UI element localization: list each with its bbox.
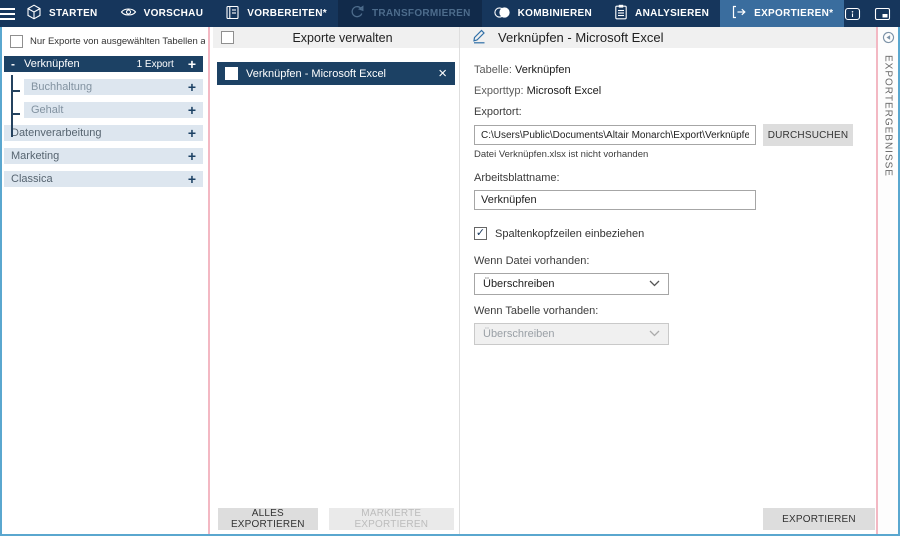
export-all-button[interactable]: ALLES EXPORTIEREN (218, 508, 318, 530)
when-table-exists-label: Wenn Tabelle vorhanden: (474, 305, 862, 317)
add-export-icon[interactable]: + (188, 172, 196, 186)
table-label: Datenverarbeitung (11, 127, 102, 139)
tab-analysieren[interactable]: ANALYSIEREN (603, 0, 720, 27)
select-all-exports-checkbox[interactable] (221, 31, 234, 44)
tab-vorbereiten[interactable]: VORBEREITEN* (214, 0, 338, 27)
tab-vorschau[interactable]: VORSCHAU (109, 0, 215, 27)
add-export-icon[interactable]: + (188, 149, 196, 163)
add-export-icon[interactable]: + (188, 126, 196, 140)
include-column-headers-checkbox[interactable]: ✓ (474, 227, 487, 240)
chevron-down-icon (649, 278, 660, 290)
when-file-exists-label: Wenn Datei vorhanden: (474, 255, 862, 267)
hamburger-menu-icon[interactable] (0, 0, 15, 27)
expand-panel-icon[interactable] (882, 31, 895, 49)
tables-sidebar: Nur Exporte von ausgewählten Tabellen an… (2, 27, 205, 534)
export-location-label: Exportort: (474, 106, 862, 118)
tab-starten[interactable]: STARTEN (15, 0, 109, 27)
info-icon[interactable] (844, 6, 861, 22)
export-location-input[interactable] (474, 125, 756, 145)
clipboard-icon (614, 4, 628, 23)
export-count-badge: 1 Export (137, 59, 174, 70)
sync-icon (349, 4, 365, 23)
exporttype-field-label: Exporttyp: (474, 85, 524, 97)
export-item-checkbox[interactable] (225, 67, 238, 80)
export-icon (731, 4, 747, 23)
table-field-label: Tabelle: (474, 64, 512, 76)
export-marked-button: MARKIERTE EXPORTIEREN (329, 508, 454, 530)
table-label: Marketing (11, 150, 59, 162)
tree-connector (11, 90, 20, 92)
sidebar-item-marketing[interactable]: Marketing + (4, 148, 203, 164)
top-menu-bar: STARTEN VORSCHAU VORBEREITEN* TRANSFORMI… (0, 0, 900, 27)
export-results-strip: EXPORTERGEBNISSE (878, 27, 898, 534)
worksheet-name-label: Arbeitsblattname: (474, 172, 862, 184)
exporttype-field-value: Microsoft Excel (527, 85, 602, 97)
include-column-headers-label: Spaltenkopfzeilen einbeziehen (495, 228, 644, 240)
add-export-icon[interactable]: + (188, 57, 196, 71)
sidebar-item-classica[interactable]: Classica + (4, 171, 203, 187)
chevron-down-icon (649, 328, 660, 340)
delete-export-icon[interactable]: × (438, 66, 447, 81)
filter-exports-checkbox[interactable] (10, 35, 23, 48)
tab-kombinieren[interactable]: KOMBINIEREN (482, 0, 603, 27)
sidebar-item-gehalt[interactable]: Gehalt + (24, 102, 203, 118)
table-label: Buchhaltung (31, 81, 92, 93)
tree-connector (11, 75, 13, 137)
export-button[interactable]: EXPORTIEREN (763, 508, 875, 530)
tree-connector (11, 113, 20, 115)
export-item-label: Verknüpfen - Microsoft Excel (246, 68, 386, 80)
notebook-icon (225, 5, 240, 23)
export-results-tab-label[interactable]: EXPORTERGEBNISSE (883, 55, 894, 177)
table-field-value: Verknüpfen (515, 64, 571, 76)
table-label: Gehalt (31, 104, 63, 116)
collapse-icon[interactable]: - (11, 58, 18, 70)
sidebar-item-buchhaltung[interactable]: Buchhaltung + (24, 79, 203, 95)
when-table-exists-dropdown: Überschreiben (474, 323, 669, 345)
manage-panel-title: Exporte verwalten (234, 31, 451, 45)
tab-exportieren[interactable]: EXPORTIEREN* (720, 0, 844, 27)
venn-icon (493, 5, 511, 23)
export-list-item[interactable]: Verknüpfen - Microsoft Excel × (217, 62, 455, 85)
table-label: Verknüpfen (24, 58, 80, 70)
export-detail-panel: Verknüpfen - Microsoft Excel Tabelle: Ve… (460, 27, 876, 534)
table-label: Classica (11, 173, 53, 185)
export-detail-title: Verknüpfen - Microsoft Excel (498, 30, 663, 45)
when-file-exists-dropdown[interactable]: Überschreiben (474, 273, 669, 295)
sidebar-item-verknuepfen[interactable]: - Verknüpfen 1 Export + (4, 56, 203, 72)
add-export-icon[interactable]: + (188, 80, 196, 94)
add-export-icon[interactable]: + (188, 103, 196, 117)
tab-transformieren: TRANSFORMIEREN (338, 0, 482, 27)
file-not-exists-note: Datei Verknüpfen.xlsx ist nicht vorhande… (474, 149, 862, 160)
window-border (0, 27, 2, 536)
cube-icon (26, 4, 42, 23)
browse-button[interactable]: DURCHSUCHEN (763, 124, 853, 146)
sidebar-item-datenverarbeitung[interactable]: Datenverarbeitung + (4, 125, 203, 141)
edit-pencil-icon (471, 27, 488, 49)
manage-exports-panel: Exporte verwalten Verknüpfen - Microsoft… (213, 27, 459, 534)
worksheet-name-input[interactable] (474, 190, 756, 210)
eye-icon (120, 5, 137, 22)
window-layout-icon[interactable] (874, 6, 891, 22)
